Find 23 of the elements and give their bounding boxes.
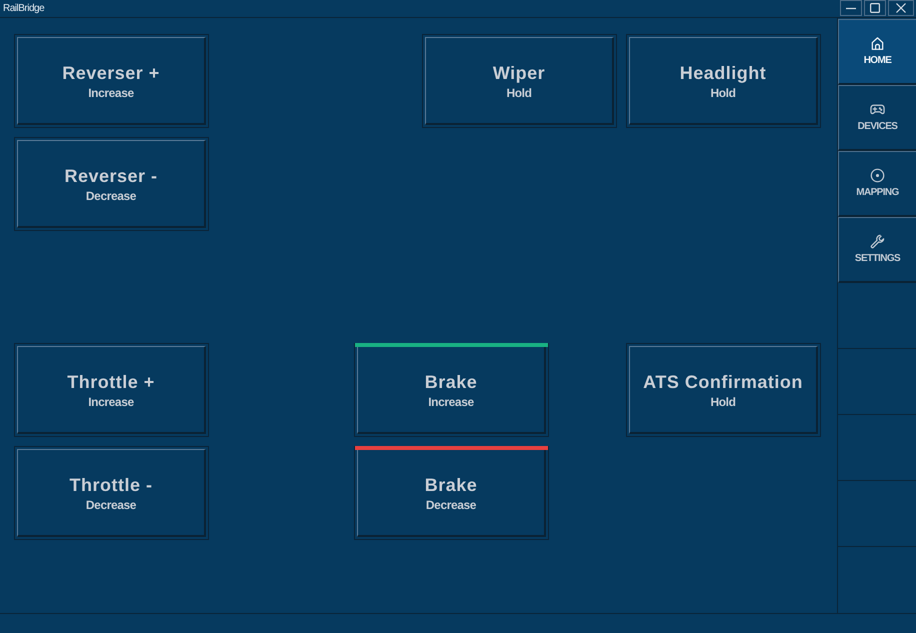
- control-button[interactable]: Brake Increase: [354, 343, 549, 437]
- wrench-icon: [870, 234, 885, 249]
- control-button[interactable]: Reverser + Increase: [14, 34, 209, 128]
- close-icon: [896, 3, 906, 13]
- sidebar-nav-button[interactable]: SETTINGS: [838, 217, 916, 283]
- window-title: RailBridge: [3, 2, 44, 14]
- gamepad-icon: [870, 102, 885, 117]
- maximize-button[interactable]: [864, 0, 886, 16]
- maximize-icon: [870, 3, 880, 13]
- control-button[interactable]: Brake Decrease: [354, 446, 549, 540]
- control-button[interactable]: Headlight Hold: [626, 34, 821, 128]
- close-button[interactable]: [888, 0, 914, 16]
- sidebar-nav-button[interactable]: MAPPING: [838, 151, 916, 217]
- sidebar-nav-button[interactable]: HOME: [838, 19, 916, 85]
- sidebar-nav-button[interactable]: DEVICES: [838, 85, 916, 151]
- control-button[interactable]: Throttle - Decrease: [14, 446, 209, 540]
- control-button[interactable]: Throttle + Increase: [14, 343, 209, 437]
- control-button[interactable]: Reverser - Decrease: [14, 137, 209, 231]
- control-button[interactable]: Wiper Hold: [422, 34, 617, 128]
- house-icon: [870, 36, 885, 51]
- circle-dot-icon: [870, 168, 885, 183]
- minimize-button[interactable]: [840, 0, 862, 16]
- control-button[interactable]: ATS Confirmation Hold: [626, 343, 821, 437]
